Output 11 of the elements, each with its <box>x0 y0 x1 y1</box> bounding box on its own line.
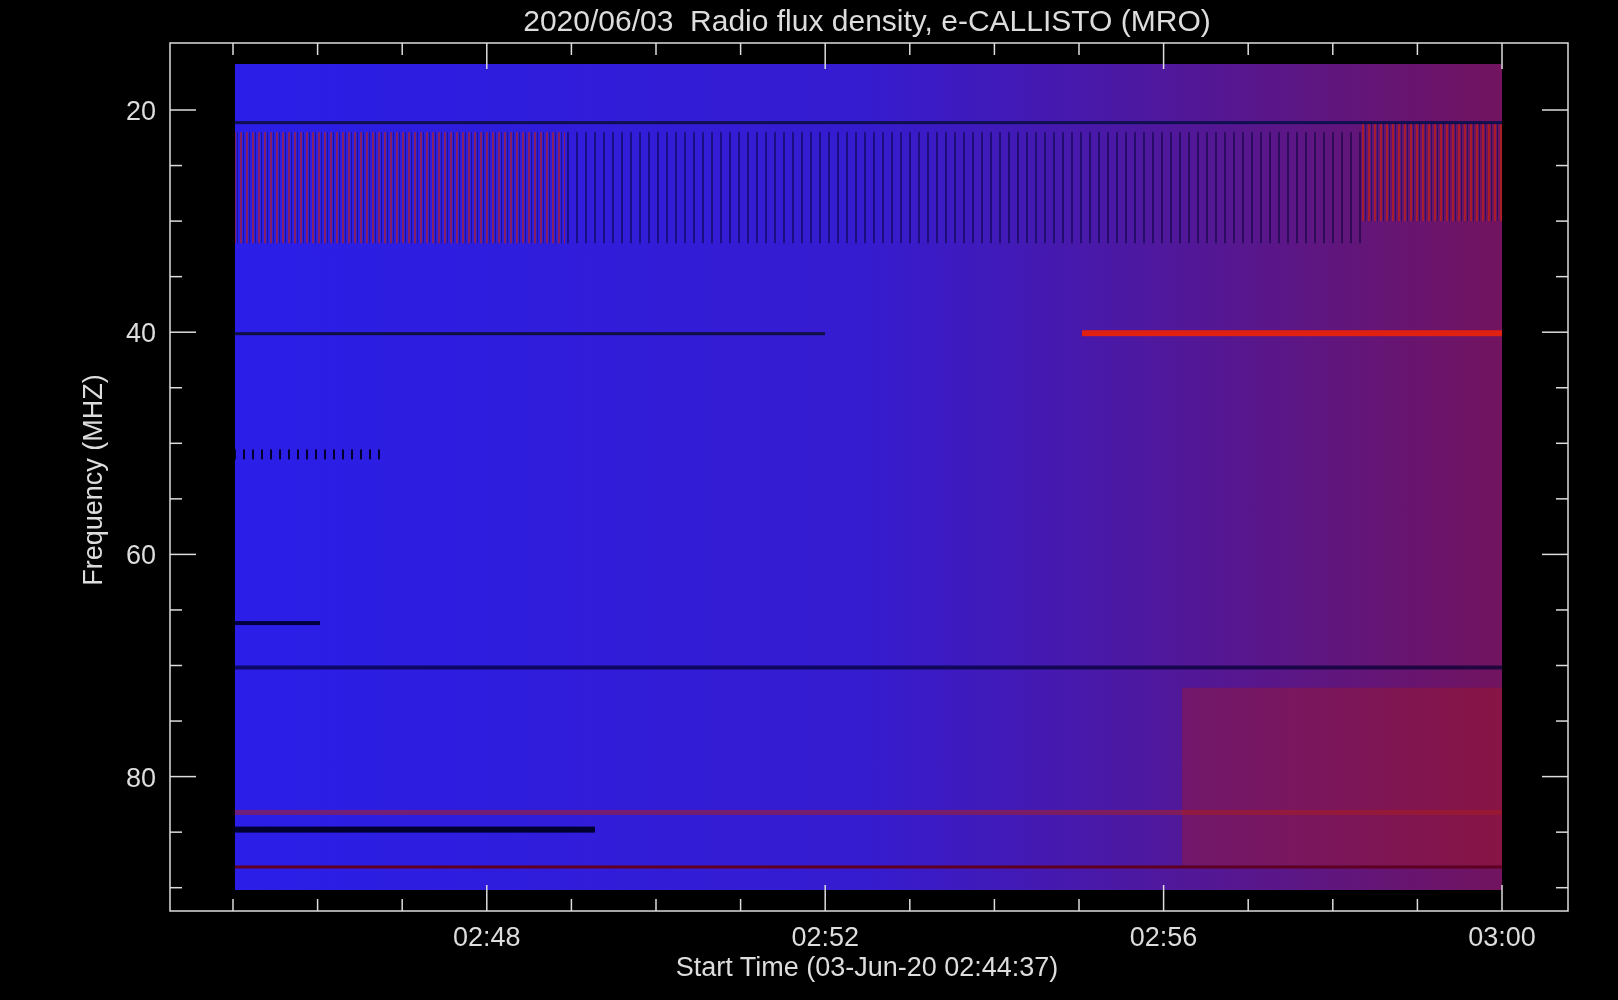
x-tick-label: 03:00 <box>1468 922 1536 952</box>
x-tick-label: 02:52 <box>791 922 859 952</box>
x-tick-label: 02:56 <box>1129 922 1198 952</box>
x-axis-label: Start Time (03-Jun-20 02:44:37) <box>675 952 1059 982</box>
x-tick-label: 02:48 <box>453 922 521 952</box>
y-tick-label: 40 <box>125 318 156 349</box>
y-tick-label: 80 <box>125 762 156 793</box>
y-axis-label: Frequency (MHZ) <box>78 374 108 586</box>
chart-title: 2020/06/03 Radio flux density, e-CALLISTO (MRO) <box>523 4 1211 37</box>
y-tick-label: 60 <box>125 540 156 571</box>
y-tick-label: 20 <box>125 96 156 126</box>
